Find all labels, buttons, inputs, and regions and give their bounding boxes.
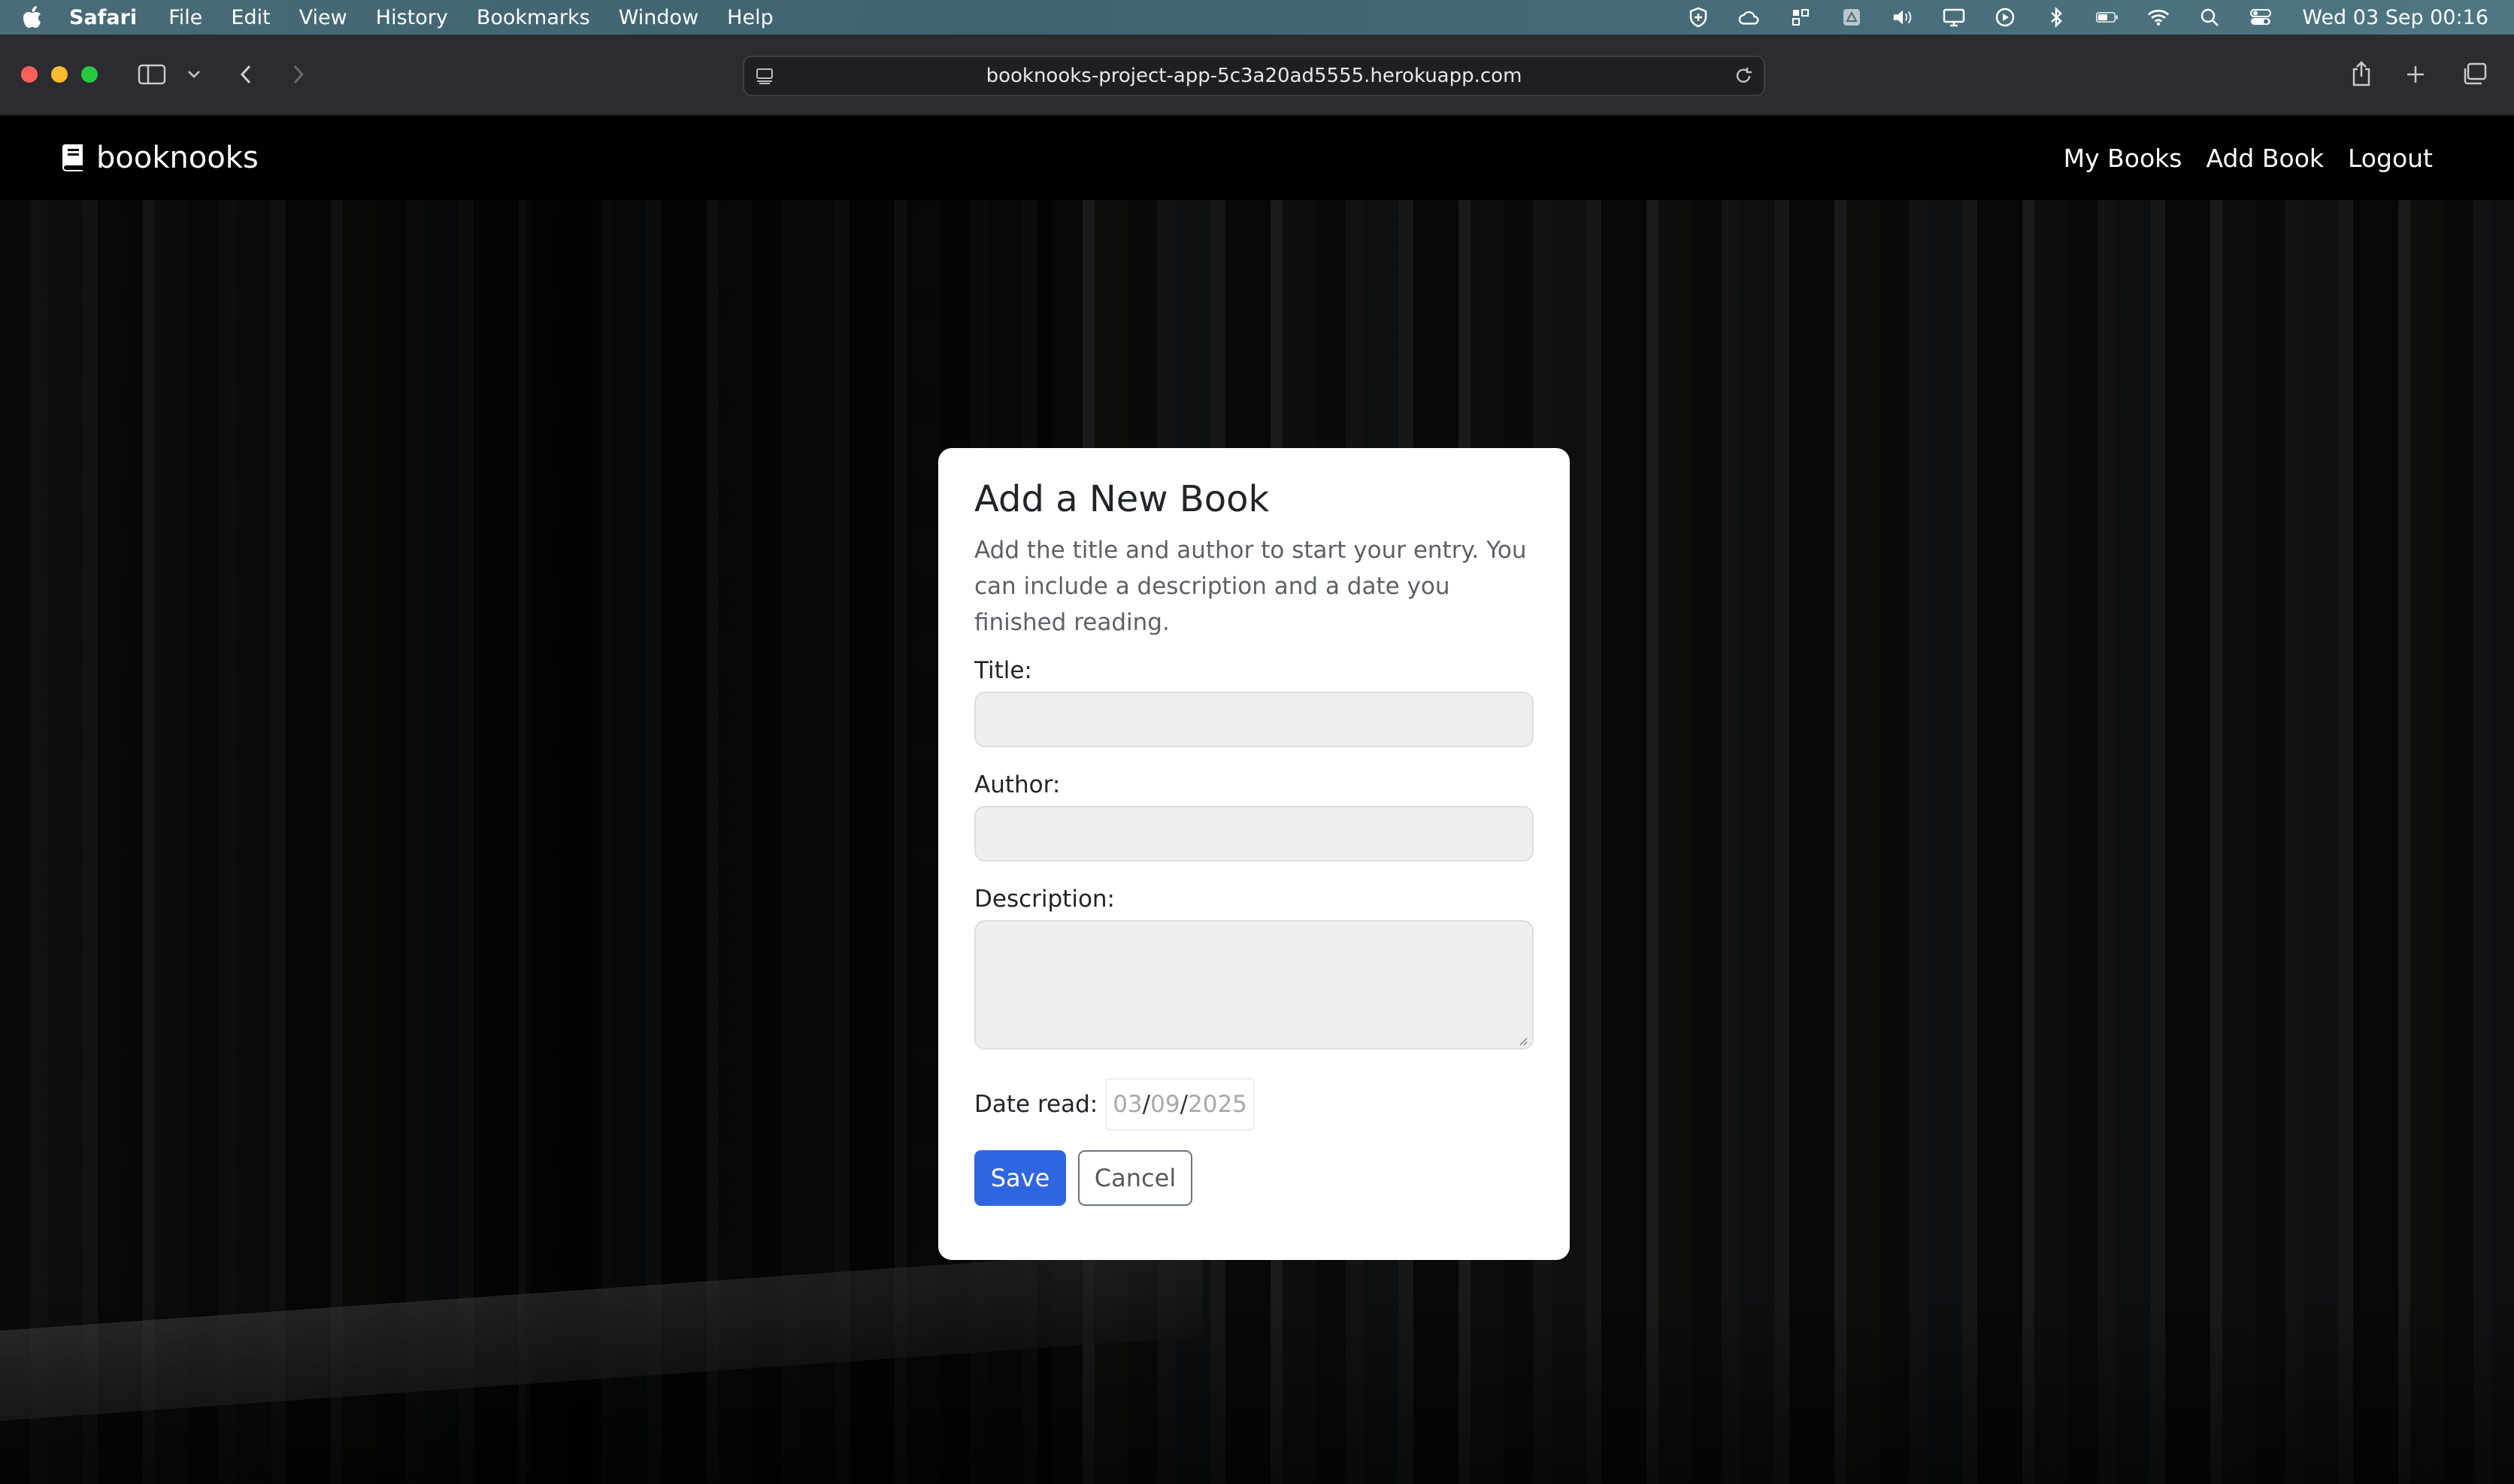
cancel-button[interactable]: Cancel: [1078, 1149, 1192, 1206]
extension-icon[interactable]: [1789, 7, 1812, 28]
bluetooth-icon[interactable]: [2045, 7, 2067, 28]
menu-safari[interactable]: Safari: [69, 6, 137, 29]
date-separator: /: [1142, 1090, 1151, 1118]
menubar-clock[interactable]: Wed 03 Sep 00:16: [2302, 6, 2488, 29]
minimize-window-button[interactable]: [51, 66, 68, 83]
reload-icon[interactable]: [1732, 65, 1755, 87]
add-book-card: Add a New Book Add the title and author …: [938, 448, 1570, 1260]
resize-handle-icon[interactable]: [1517, 1034, 1528, 1046]
status-area: Wed 03 Sep 00:16: [1658, 0, 2488, 35]
description-label: Description:: [974, 885, 1115, 913]
forward-icon[interactable]: [287, 62, 310, 87]
menu-file[interactable]: File: [168, 6, 202, 29]
nav-links: My Books Add Book Logout: [2040, 116, 2433, 200]
date-year[interactable]: 2025: [1188, 1091, 1247, 1118]
date-month[interactable]: 09: [1150, 1091, 1180, 1118]
menu-help[interactable]: Help: [727, 6, 774, 29]
brand-name: booknooks: [96, 141, 259, 175]
battery-icon[interactable]: [2096, 7, 2119, 28]
url-text[interactable]: booknooks-project-app-5c3a20ad5555.herok…: [744, 57, 1764, 95]
menu-bookmarks[interactable]: Bookmarks: [477, 6, 590, 29]
description-textarea[interactable]: [974, 919, 1534, 1049]
address-bar[interactable]: booknooks-project-app-5c3a20ad5555.herok…: [743, 56, 1765, 96]
apple-menu-icon[interactable]: [23, 6, 42, 29]
date-read-input[interactable]: 03 / 09 / 2025: [1105, 1077, 1255, 1131]
form-actions: Save Cancel: [974, 1149, 1534, 1206]
background-fade: [0, 1289, 2514, 1484]
zoom-window-button[interactable]: [81, 66, 98, 83]
date-day[interactable]: 03: [1113, 1091, 1142, 1118]
browser-toolbar: booknooks-project-app-5c3a20ad5555.herok…: [0, 35, 2514, 116]
share-icon[interactable]: [2349, 59, 2374, 89]
book-icon: [60, 143, 86, 173]
back-icon[interactable]: [235, 62, 257, 87]
drive-icon[interactable]: [1840, 7, 1863, 28]
menu-window[interactable]: Window: [619, 6, 698, 29]
menu-view[interactable]: View: [299, 6, 347, 29]
menu-history[interactable]: History: [376, 6, 448, 29]
date-separator: /: [1180, 1090, 1189, 1118]
author-input[interactable]: [974, 805, 1534, 862]
sidebar-toggle-icon[interactable]: [137, 62, 167, 87]
save-button[interactable]: Save: [974, 1149, 1066, 1206]
author-label: Author:: [974, 771, 1061, 798]
title-input[interactable]: [974, 691, 1534, 747]
play-icon[interactable]: [1994, 7, 2016, 28]
menu-edit[interactable]: Edit: [231, 6, 270, 29]
close-window-button[interactable]: [21, 66, 38, 83]
wifi-icon[interactable]: [2147, 7, 2170, 28]
spotlight-search-icon[interactable]: [2198, 7, 2221, 28]
date-row: Date read: 03 / 09 / 2025: [974, 1077, 1534, 1132]
site-navbar: booknooks My Books Add Book Logout: [0, 116, 2514, 200]
brand-link[interactable]: booknooks: [60, 116, 259, 200]
page-title: Add a New Book: [974, 478, 1270, 520]
page-viewport: booknooks My Books Add Book Logout Add a…: [0, 116, 2514, 1484]
shield-icon[interactable]: [1687, 7, 1710, 28]
new-tab-icon[interactable]: [2403, 62, 2428, 87]
background-bookshelf: [0, 116, 601, 1484]
date-read-label: Date read:: [974, 1090, 1098, 1118]
title-label: Title:: [974, 656, 1032, 684]
form-intro: Add the title and author to start your e…: [974, 536, 1527, 636]
chevron-down-icon[interactable]: [183, 65, 204, 84]
display-icon[interactable]: [1943, 7, 1965, 28]
control-center-icon[interactable]: [2249, 7, 2272, 28]
menu-bar: Safari File Edit View History Bookmarks …: [0, 0, 2514, 35]
cloud-sync-icon[interactable]: [1738, 7, 1761, 28]
nav-add-book[interactable]: Add Book: [2206, 144, 2324, 173]
volume-icon[interactable]: [1892, 7, 1914, 28]
tab-overview-icon[interactable]: [2460, 60, 2488, 89]
nav-logout[interactable]: Logout: [2348, 144, 2433, 173]
nav-my-books[interactable]: My Books: [2064, 144, 2182, 173]
